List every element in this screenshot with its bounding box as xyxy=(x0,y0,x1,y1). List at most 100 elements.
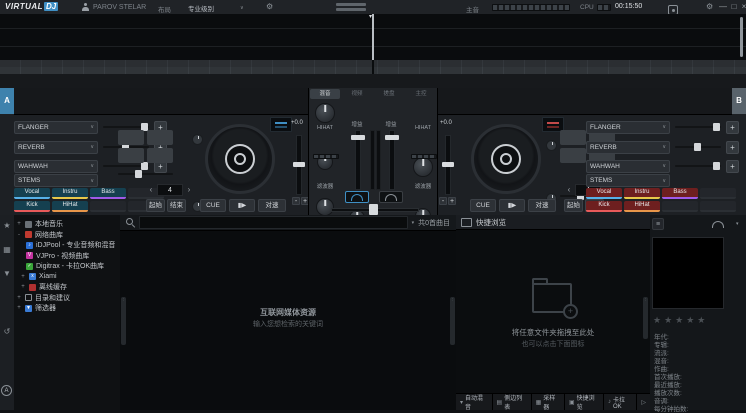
deck-a-tab[interactable]: A xyxy=(0,88,14,114)
tree-item-idjpool[interactable]: ♪ iDJPool - 专业音频和混音 xyxy=(26,240,115,250)
pfl-button-right[interactable] xyxy=(379,191,403,203)
history-back-icon[interactable]: ↺ xyxy=(0,327,14,336)
pitch-minus-button[interactable]: - xyxy=(292,197,300,205)
cue-button[interactable]: CUE xyxy=(470,199,496,212)
eq-knob-right[interactable] xyxy=(413,157,433,177)
tab-mixer[interactable]: 混音 xyxy=(310,89,340,99)
filter-funnel-icon[interactable]: ▼ xyxy=(0,269,14,278)
loop-half-button[interactable]: ‹ xyxy=(564,184,574,196)
pitch-plus-button[interactable]: + xyxy=(448,197,456,205)
tree-item-vjpro[interactable]: V VJPro - 视频曲库 xyxy=(26,251,89,261)
fx-select-2[interactable]: REVERB∨ xyxy=(14,141,98,154)
sideview-toggle-button[interactable]: ▷ xyxy=(637,394,650,410)
stem-hihat-button[interactable]: HiHat xyxy=(52,201,88,212)
hotcue-pad[interactable] xyxy=(147,148,173,163)
search-input[interactable] xyxy=(139,216,408,229)
fx-select-3[interactable]: WAHWAH∨ xyxy=(14,160,98,173)
sync-button[interactable]: 对速 xyxy=(528,199,556,212)
favorites-star-icon[interactable]: ★ xyxy=(0,221,14,230)
play-button[interactable]: ▮▶ xyxy=(229,199,255,212)
stem-vocal-button[interactable]: Vocal xyxy=(14,188,50,199)
stem-bass-button[interactable]: Bass xyxy=(662,188,698,199)
crossfader-handle[interactable] xyxy=(369,204,378,215)
expander-icon[interactable]: + xyxy=(16,305,22,311)
loop-length-display[interactable]: 4 xyxy=(157,184,183,196)
pitch-fader-b[interactable] xyxy=(445,135,451,195)
channel-fader-left[interactable] xyxy=(355,130,361,190)
loop-in-button[interactable]: 起始 xyxy=(146,199,165,212)
fx-slider-2[interactable] xyxy=(675,143,721,151)
layout-select[interactable]: 专业级别 ∨ xyxy=(188,3,244,13)
tree-item-digitrax[interactable]: ✓ Digitrax - 卡拉OK曲库 xyxy=(26,261,104,271)
expander-icon[interactable]: + xyxy=(16,221,22,227)
tab-scratch[interactable]: 搓盘 xyxy=(374,89,404,99)
stem-vocal-button[interactable]: Vocal xyxy=(586,188,622,199)
cue-button[interactable]: CUE xyxy=(200,199,226,212)
hotcue-pad[interactable] xyxy=(118,130,144,145)
tab-video[interactable]: 视频 xyxy=(342,89,372,99)
settings-gear-icon[interactable]: ⚙ xyxy=(706,2,713,11)
expander-icon[interactable]: - xyxy=(16,232,22,238)
filter-knob-left[interactable] xyxy=(316,198,334,216)
tree-item-online-library[interactable]: - 网络曲库 xyxy=(16,230,63,240)
tree-item-offline-cache[interactable]: + 离线缓存 xyxy=(20,282,67,292)
sideview-automix-button[interactable]: ▾ 自动混音 xyxy=(456,394,493,410)
play-button[interactable]: ▮▶ xyxy=(499,199,525,212)
prelisten-headphones-icon[interactable] xyxy=(712,221,724,228)
stem-kick-button[interactable]: Kick xyxy=(586,201,622,212)
jog-wheel-b[interactable] xyxy=(471,124,541,194)
stem-kick-button[interactable]: Kick xyxy=(14,201,50,212)
mini-knob-top[interactable] xyxy=(192,134,203,145)
info-options-icon[interactable]: ▾ xyxy=(736,221,739,227)
stem-instru-button[interactable]: Instru xyxy=(624,188,660,199)
pfl-button-left[interactable] xyxy=(345,191,369,203)
fx-select-1[interactable]: FLANGER∨ xyxy=(586,121,670,134)
waveform-layout-icon[interactable] xyxy=(336,3,366,13)
expander-icon[interactable]: + xyxy=(20,284,26,290)
mini-knob-top[interactable] xyxy=(546,140,557,151)
info-list-button[interactable]: ≡ xyxy=(652,218,664,230)
sync-button[interactable]: 对速 xyxy=(258,199,286,212)
fx-add-button[interactable]: + xyxy=(726,141,739,154)
loop-double-button[interactable]: › xyxy=(184,184,194,196)
fx-slider-3[interactable] xyxy=(675,162,721,170)
panel-collapse-handle-right[interactable]: ⋮ xyxy=(450,297,455,345)
tree-item-folders[interactable]: + 目录和建议 xyxy=(16,293,70,303)
fx-select-1[interactable]: FLANGER∨ xyxy=(14,121,98,134)
sideview-karaoke-button[interactable]: ♪ 卡拉OK xyxy=(604,394,637,410)
tab-master[interactable]: 主控 xyxy=(406,89,436,99)
close-button[interactable]: × xyxy=(737,0,746,13)
loop-half-button[interactable]: ‹ xyxy=(146,184,156,196)
deck-b-tab[interactable]: B xyxy=(732,88,746,114)
pitch-fader-a[interactable] xyxy=(296,135,302,195)
sideview-shortcuts-button[interactable]: ▣ 快捷浏览 xyxy=(565,394,604,410)
key-slider-a[interactable] xyxy=(118,170,173,178)
fx-select-3[interactable]: WAHWAH∨ xyxy=(586,160,670,173)
stem-empty-button[interactable] xyxy=(700,188,736,199)
expander-icon[interactable]: + xyxy=(16,295,22,301)
channel-fader-right[interactable] xyxy=(389,130,395,190)
hotcue-pad[interactable] xyxy=(147,130,173,145)
hotcue-pad[interactable] xyxy=(560,148,586,163)
screens-icon[interactable]: ▦ xyxy=(0,245,14,254)
search-options-icon[interactable]: ▾ xyxy=(412,220,415,226)
hotcue-pad[interactable] xyxy=(560,130,586,145)
hotcue-pad[interactable] xyxy=(118,148,144,163)
eq-knob-left[interactable] xyxy=(315,103,335,123)
tree-item-filters[interactable]: + ▼ 筛选器 xyxy=(16,303,56,313)
stem-hihat-button[interactable]: HiHat xyxy=(624,201,660,212)
user-account-button[interactable]: PAROV STELAR xyxy=(82,3,146,11)
fx-slider-3[interactable] xyxy=(103,162,149,170)
stem-bass-button[interactable]: Bass xyxy=(90,188,126,199)
stems-select[interactable]: STEMS∨ xyxy=(586,174,670,187)
expander-icon[interactable]: + xyxy=(20,274,26,280)
tree-item-xiami[interactable]: + x Xiami xyxy=(20,272,57,282)
stem-empty-button[interactable] xyxy=(700,201,736,212)
loop-in-button[interactable]: 起始 xyxy=(564,199,583,212)
sideview-sampler-button[interactable]: ▦ 采样器 xyxy=(532,394,565,410)
fx-add-button[interactable]: + xyxy=(726,121,739,134)
fx-select-2[interactable]: REVERB∨ xyxy=(586,141,670,154)
panel-collapse-handle-info[interactable]: ⋮ xyxy=(643,297,648,339)
sideview-sidelist-button[interactable]: ▤ 侧边列表 xyxy=(493,394,532,410)
font-size-button[interactable]: A xyxy=(1,385,12,396)
